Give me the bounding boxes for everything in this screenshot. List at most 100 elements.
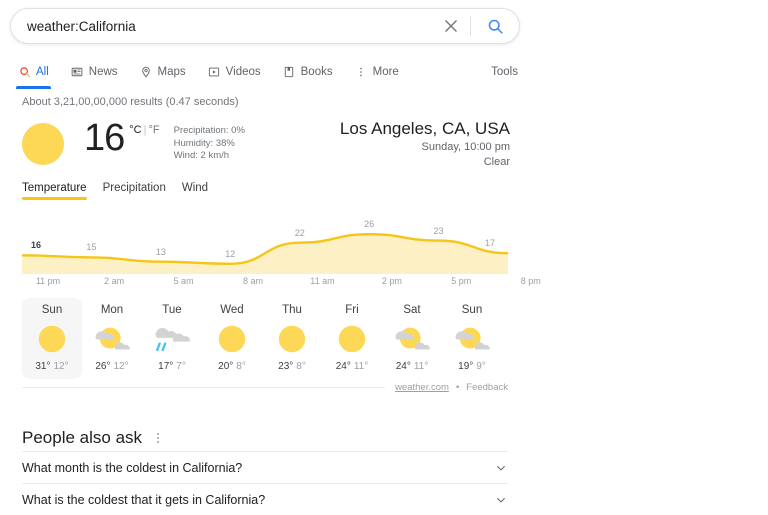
unit-toggle[interactable]: °C | °F <box>129 124 159 136</box>
precipitation-value: Precipitation: 0% <box>173 125 245 136</box>
chart-svg <box>22 233 508 274</box>
forecast-low: 8° <box>296 361 306 372</box>
forecast-high: 31° <box>35 361 51 372</box>
book-icon <box>283 66 296 79</box>
forecast-day-wed-3[interactable]: Wed 20° 8° <box>202 298 262 379</box>
active-tab-underline <box>16 86 51 89</box>
wind-value: Wind: 2 km/h <box>173 150 230 161</box>
forecast-low: 9° <box>476 361 486 372</box>
attribution-separator: • <box>455 382 460 393</box>
chart-x-tick: 2 pm <box>381 276 402 286</box>
forecast-day-name: Wed <box>220 304 244 316</box>
location-name: Los Angeles, CA, USA <box>339 119 510 138</box>
tab-temperature[interactable]: Temperature <box>22 182 87 200</box>
forecast-day-temps: 20° 8° <box>218 361 246 372</box>
nav-tab-maps[interactable]: Maps <box>140 60 186 84</box>
location-datetime: Sunday, 10:00 pm <box>421 141 510 153</box>
tab-precipitation[interactable]: Precipitation <box>103 182 166 200</box>
search-input[interactable] <box>11 10 438 42</box>
chart-x-axis: 11 pm 2 am 5 am 8 am 11 am 2 pm 5 pm 8 pm <box>22 276 541 292</box>
forecast-day-tue-2[interactable]: Tue 17° 7° <box>142 298 202 379</box>
weather-source-link[interactable]: weather.com <box>395 382 449 393</box>
forecast-day-name: Thu <box>282 304 302 316</box>
nav-tab-videos[interactable]: Videos <box>208 60 261 84</box>
weather-location-block: Los Angeles, CA, USA Sunday, 10:00 pm Cl… <box>340 118 510 170</box>
forecast-low: 11° <box>353 361 369 372</box>
forecast-day-thu-4[interactable]: Thu 23° 8° <box>262 298 322 379</box>
forecast-high: 17° <box>158 361 174 372</box>
people-also-ask-header: People also ask <box>22 425 508 451</box>
search-bar[interactable] <box>10 8 520 44</box>
weather-condition: Clear <box>483 156 510 168</box>
weather-card: 16 °C | °F Precipitation: 0% Humidity: 38%… <box>22 118 510 180</box>
weather-summary: 16 °C | °F Precipitation: 0% Humidity: 38%… <box>22 118 510 180</box>
forecast-high: 23° <box>278 361 294 372</box>
forecast-low: 12° <box>113 361 129 372</box>
feedback-link[interactable]: Feedback <box>466 382 508 393</box>
people-also-ask-item[interactable]: What is the coldest that it gets in Cali… <box>22 483 508 515</box>
weather-details: Precipitation: 0% Humidity: 38% Wind: 2 … <box>174 125 245 163</box>
forecast-day-sun-0[interactable]: Sun 31° 12° <box>22 298 82 379</box>
forecast-day-temps: 24° 11° <box>396 361 429 372</box>
tab-precipitation-label: Precipitation <box>102 182 166 194</box>
chart-x-tick: 11 am <box>310 276 335 286</box>
sun-icon <box>35 321 69 357</box>
chart-x-tick: 5 pm <box>451 276 472 286</box>
sun-icon <box>335 321 369 357</box>
forecast-day-temps: 17° 7° <box>158 361 186 372</box>
forecast-day-mon-1[interactable]: Mon 26° 12° <box>82 298 142 379</box>
forecast-low: 12° <box>53 361 69 372</box>
unit-separator: | <box>143 124 147 136</box>
forecast-day-temps: 24° 11° <box>336 361 369 372</box>
chart-x-tick: 2 am <box>104 276 125 286</box>
humidity-value: Humidity: 38% <box>173 137 235 149</box>
forecast-day-temps: 31° 12° <box>35 361 68 372</box>
forecast-day-temps: 26° 12° <box>95 361 128 372</box>
forecast-day-fri-5[interactable]: Fri 24° 11° <box>322 298 382 379</box>
nav-tab-news-label: News <box>88 66 118 78</box>
nav-tab-maps-label: Maps <box>157 66 186 78</box>
tools-label: Tools <box>491 66 518 78</box>
forecast-high: 24° <box>395 361 411 372</box>
nav-tab-all[interactable]: All <box>16 60 51 89</box>
tab-wind[interactable]: Wind <box>182 182 208 200</box>
weather-attribution: weather.com • Feedback <box>22 382 508 393</box>
forecast-day-sat-6[interactable]: Sat 24° 11° <box>382 298 442 379</box>
forecast-low: 8° <box>236 361 246 372</box>
tools-button[interactable]: Tools <box>491 60 518 84</box>
forecast-day-name: Sun <box>461 304 483 316</box>
tab-temperature-label: Temperature <box>22 182 87 194</box>
partly-cloudy-icon <box>452 321 492 357</box>
news-icon <box>71 66 84 79</box>
forecast-day-name: Tue <box>162 304 182 316</box>
search-icon[interactable] <box>481 12 509 40</box>
forecast-day-temps: 19° 9° <box>458 361 486 372</box>
sun-icon <box>215 321 249 357</box>
sun-icon <box>275 321 309 357</box>
people-also-ask-item[interactable]: What month is the coldest in California? <box>22 451 508 483</box>
nav-tab-news[interactable]: News <box>71 60 118 84</box>
nav-tab-books[interactable]: Books <box>283 60 333 84</box>
results-stats: About 3,21,00,00,000 results (0.47 secon… <box>22 96 239 108</box>
more-options-icon[interactable] <box>154 429 162 447</box>
current-temperature: 16 <box>84 117 125 159</box>
nav-tab-more[interactable]: More <box>355 60 399 84</box>
forecast-low: 11° <box>413 361 429 372</box>
chevron-down-icon[interactable] <box>494 461 508 475</box>
unit-fahrenheit[interactable]: °F <box>148 124 159 136</box>
tab-wind-label: Wind <box>181 182 209 194</box>
forecast-high: 19° <box>458 361 474 372</box>
active-metric-underline <box>22 197 87 200</box>
people-also-ask-title: People also ask <box>22 428 143 447</box>
chevron-down-icon[interactable] <box>494 493 508 507</box>
chart-x-tick: 8 am <box>242 276 264 286</box>
nav-tab-videos-label: Videos <box>225 66 261 78</box>
forecast-day-name: Mon <box>100 304 124 316</box>
forecast-day-name: Sun <box>41 304 63 316</box>
forecast-day-name: Fri <box>345 304 359 316</box>
unit-celsius[interactable]: °C <box>129 124 141 136</box>
forecast-day-sun-7[interactable]: Sun 19° 9° <box>442 298 502 379</box>
people-also-ask-section: People also ask What month is the coldes… <box>22 425 508 515</box>
nav-tab-more-label: More <box>372 66 399 78</box>
close-icon[interactable] <box>438 13 464 39</box>
